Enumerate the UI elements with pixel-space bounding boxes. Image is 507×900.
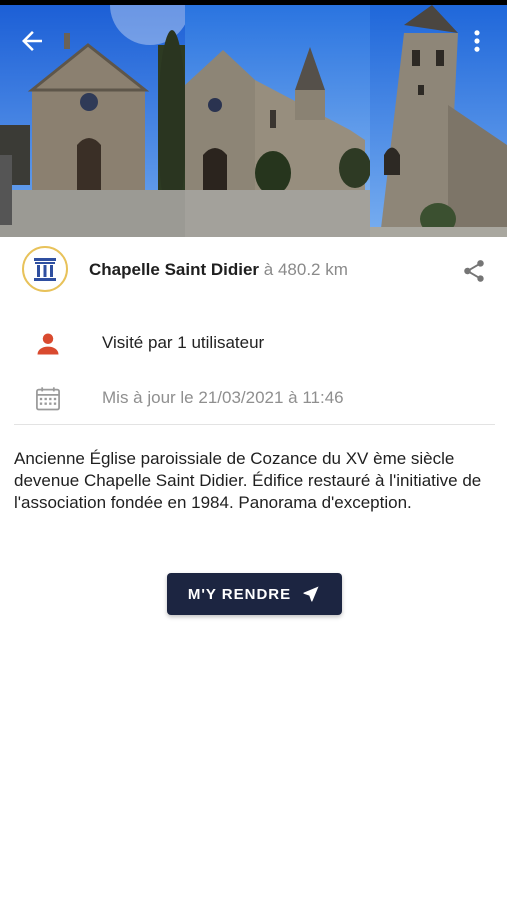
place-distance: à 480.2 km (263, 260, 348, 279)
place-header: Chapelle Saint Didier à 480.2 km (0, 244, 507, 298)
gallery-photo-side[interactable] (185, 5, 370, 237)
calendar-icon (36, 387, 60, 411)
updated-text: Mis à jour le 21/03/2021 à 11:46 (102, 388, 344, 407)
place-title: Chapelle Saint Didier à 480.2 km (89, 260, 348, 280)
arrow-left-icon (22, 31, 42, 51)
place-detail-screen: Chapelle Saint Didier à 480.2 km Visité … (0, 0, 507, 900)
monument-icon (22, 246, 68, 292)
place-description: Ancienne Église paroissiale de Cozance d… (14, 449, 482, 512)
more-vertical-icon (474, 30, 480, 52)
divider (14, 424, 495, 425)
back-button[interactable] (14, 23, 50, 59)
go-there-button[interactable]: M'Y RENDRE (167, 573, 342, 615)
photo-gallery[interactable] (0, 5, 507, 237)
person-icon (37, 333, 59, 355)
visited-text: Visité par 1 utilisateur (102, 333, 265, 352)
more-options-button[interactable] (459, 23, 495, 59)
go-there-label: M'Y RENDRE (187, 585, 292, 603)
place-name: Chapelle Saint Didier (89, 260, 260, 279)
updated-row: Mis à jour le 21/03/2021 à 11:46 (0, 379, 507, 413)
visited-row: Visité par 1 utilisateur (0, 324, 507, 358)
share-icon (464, 260, 484, 282)
navigation-arrow-icon (303, 586, 319, 602)
share-button[interactable] (461, 258, 487, 284)
